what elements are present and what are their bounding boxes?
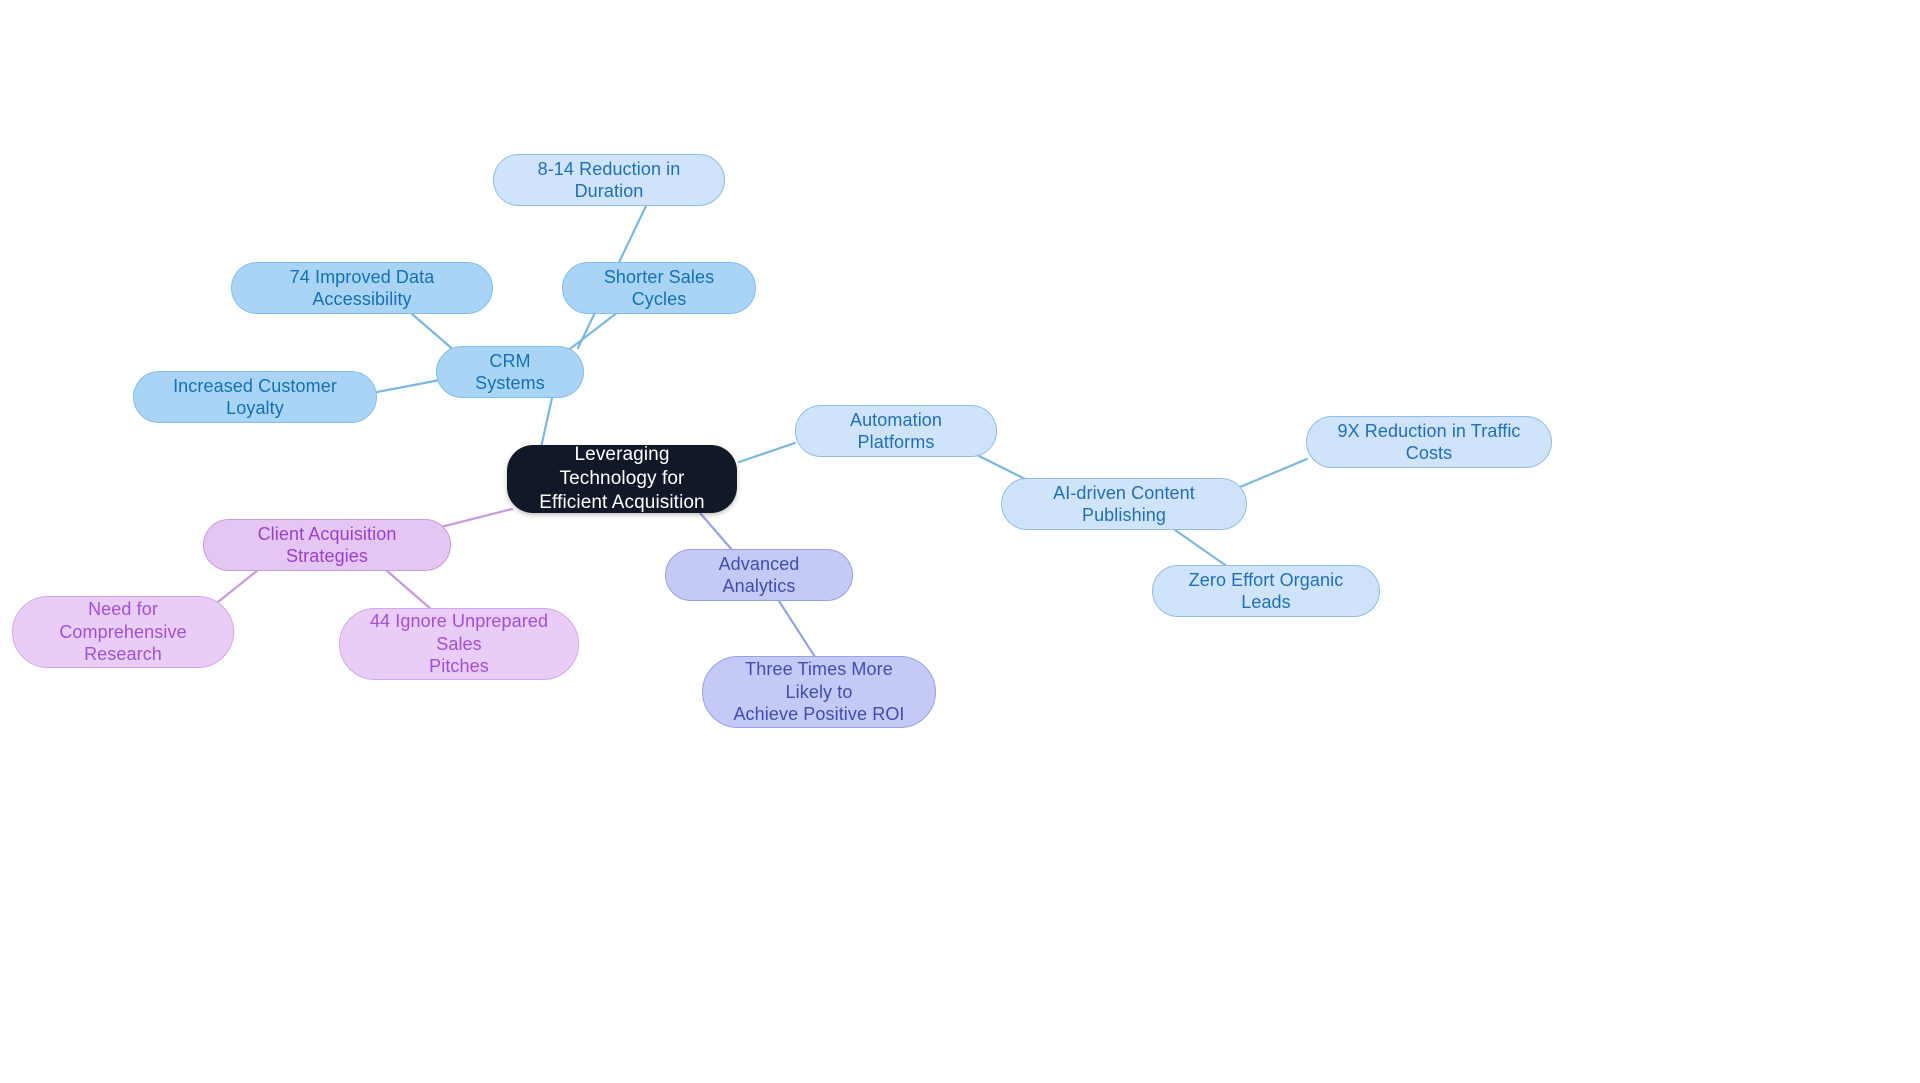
mindmap-edge	[1173, 528, 1230, 569]
mindmap-node-shorter[interactable]: Shorter Sales Cycles	[562, 262, 756, 314]
mindmap-node-traffic[interactable]: 9X Reduction in Traffic Costs	[1306, 416, 1552, 468]
mindmap-node-roi[interactable]: Three Times More Likely to Achieve Posit…	[702, 656, 936, 728]
mindmap-node-analytics[interactable]: Advanced Analytics	[665, 549, 853, 601]
mindmap-edge	[698, 511, 735, 553]
mindmap-node-organic[interactable]: Zero Effort Organic Leads	[1152, 565, 1380, 617]
mindmap-edge	[384, 568, 434, 612]
mindmap-node-loyalty[interactable]: Increased Customer Loyalty	[133, 371, 377, 423]
mindmap-edge	[1238, 457, 1309, 489]
mindmap-node-crm[interactable]: CRM Systems	[436, 346, 584, 398]
mindmap-edge	[410, 312, 458, 354]
mindmap-node-aidriven[interactable]: AI-driven Content Publishing	[1001, 478, 1247, 530]
mindmap-canvas: Leveraging Technology for Efficient Acqu…	[0, 0, 1920, 1083]
mindmap-node-pitches[interactable]: 44 Ignore Unprepared Sales Pitches	[339, 608, 579, 680]
mindmap-edge	[216, 568, 260, 604]
mindmap-node-accessibility[interactable]: 74 Improved Data Accessibility	[231, 262, 493, 314]
mindmap-edge	[777, 599, 817, 659]
mindmap-edge	[564, 310, 620, 354]
mindmap-node-research[interactable]: Need for Comprehensive Research	[12, 596, 234, 668]
mindmap-edge	[439, 507, 514, 529]
mindmap-node-automation[interactable]: Automation Platforms	[795, 405, 997, 457]
mindmap-node-client[interactable]: Client Acquisition Strategies	[203, 519, 451, 571]
mindmap-edge	[375, 378, 442, 394]
mindmap-edge	[737, 441, 797, 464]
mindmap-root-node[interactable]: Leveraging Technology for Efficient Acqu…	[507, 444, 737, 513]
mindmap-node-duration[interactable]: 8-14 Reduction in Duration	[493, 154, 725, 206]
